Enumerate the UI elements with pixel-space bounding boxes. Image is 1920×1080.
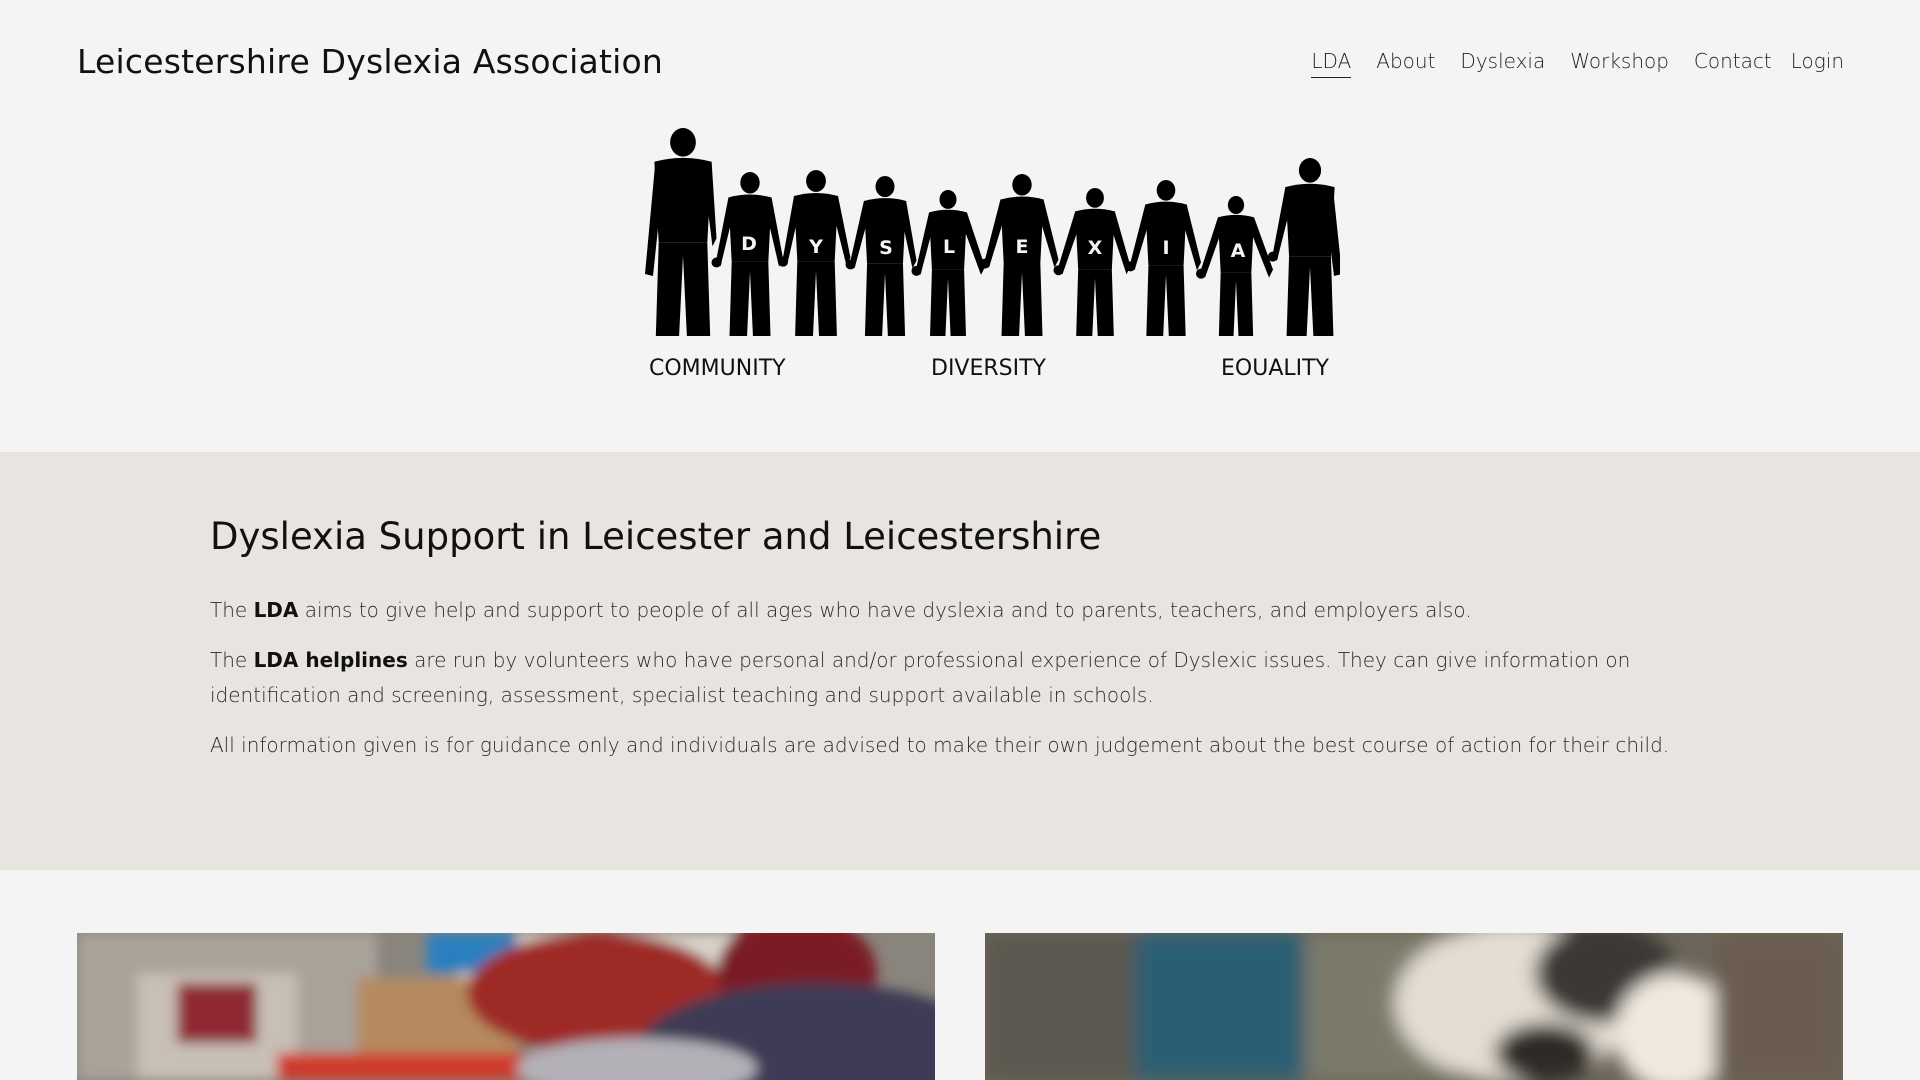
p1-rest: aims to give help and support to people …	[298, 598, 1472, 622]
intro-paragraph-1: The LDA aims to give help and support to…	[210, 593, 1730, 628]
intro-paragraph-2: The LDA helplines are run by volunteers …	[210, 643, 1730, 713]
logo-letter: Y	[808, 236, 823, 258]
logo-letter: X	[1088, 237, 1103, 259]
intro-paragraph-3: All information given is for guidance on…	[210, 733, 1670, 757]
logo-letter: D	[741, 233, 757, 255]
logo-caption-diversity: DIVERSITY	[931, 356, 1047, 381]
p2-rest: are run by volunteers who have personal …	[210, 648, 1631, 707]
site-header: Leicestershire Dyslexia Association LDA …	[0, 0, 1920, 120]
nav-item-about[interactable]: About	[1376, 49, 1435, 78]
p1-bold: LDA	[253, 598, 299, 622]
dyslexia-logo: D Y S L E X I A COMMUNITY DIVERSITY EOUA…	[640, 124, 1342, 384]
logo-letter: A	[1231, 240, 1246, 262]
p2-bold: LDA helplines	[253, 648, 408, 672]
logo-letter: E	[1016, 236, 1029, 258]
logo-letter: S	[879, 237, 893, 259]
logo-caption-community: COMMUNITY	[649, 356, 786, 381]
nav-item-workshop[interactable]: Workshop	[1570, 49, 1669, 78]
p1-prefix: The	[210, 598, 254, 622]
p2-prefix: The	[210, 648, 254, 672]
logo-caption-equality: EOUALITY	[1221, 356, 1330, 381]
site-title[interactable]: Leicestershire Dyslexia Association	[77, 42, 663, 81]
nav-item-contact[interactable]: Contact	[1694, 49, 1772, 78]
nav-item-dyslexia[interactable]: Dyslexia	[1460, 49, 1545, 78]
craft-table-photo	[77, 933, 935, 1080]
photo-person[interactable]	[985, 933, 1843, 1080]
nav-item-lda[interactable]: LDA	[1311, 49, 1352, 78]
main-nav: LDA About Dyslexia Workshop Contact Logi…	[1286, 49, 1844, 78]
intro-title: Dyslexia Support in Leicester and Leices…	[210, 515, 1102, 558]
silhouette-figures-image: D Y S L E X I A COMMUNITY DIVERSITY EOUA…	[645, 128, 1342, 381]
nav-item-login[interactable]: Login	[1791, 49, 1844, 78]
photo-crafts[interactable]	[77, 933, 935, 1080]
person-photo	[985, 933, 1843, 1080]
logo-letter: L	[943, 236, 955, 258]
logo-letter: I	[1162, 237, 1169, 259]
